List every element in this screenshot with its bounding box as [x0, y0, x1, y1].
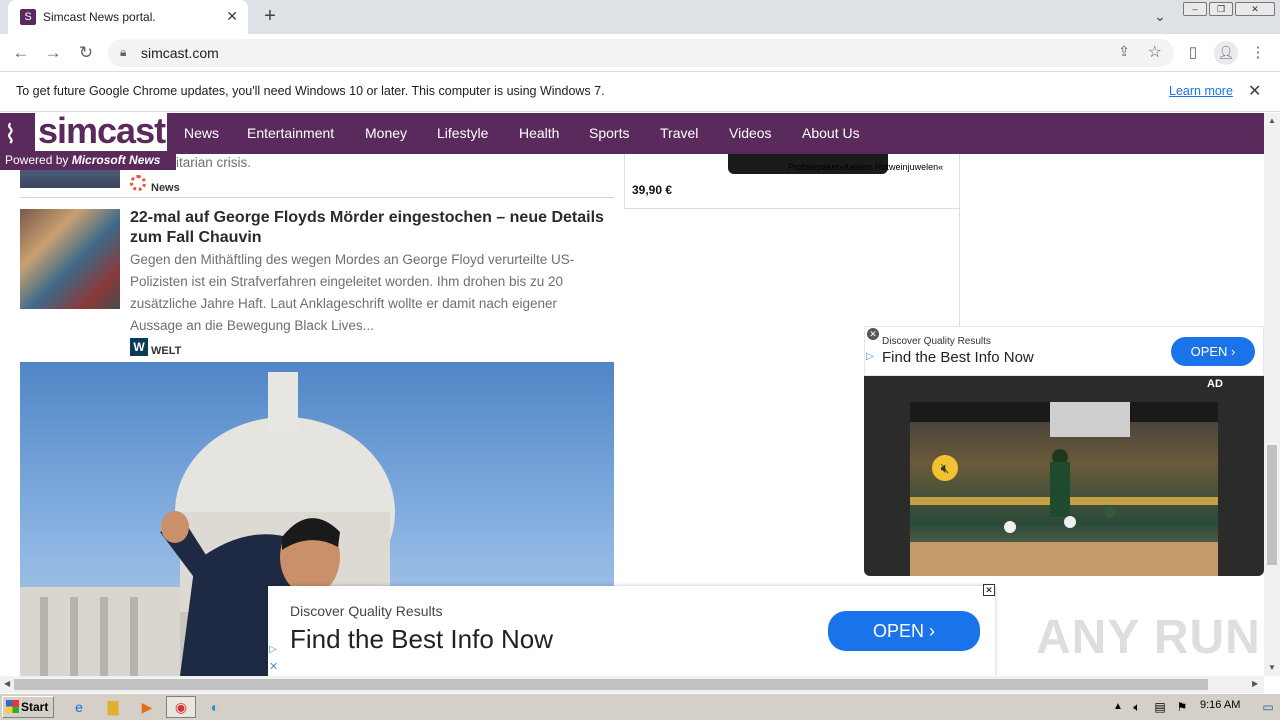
nav-about-us[interactable]: About Us [802, 125, 860, 141]
scroll-right-icon[interactable]: ▶ [1252, 679, 1258, 688]
edge-icon[interactable]: ◐ [205, 697, 225, 717]
address-bar[interactable]: 🔒︎ simcast.com ⇪ ☆ [108, 39, 1174, 67]
chrome-menu-icon[interactable]: ⋮ [1247, 42, 1269, 64]
media-player-icon[interactable]: ▶ [137, 697, 157, 717]
video-ad-open-button[interactable]: OPEN › [1171, 337, 1255, 366]
article-source: WELT [151, 345, 182, 357]
browser-tab[interactable]: S Simcast News portal. ✕ [8, 0, 248, 34]
back-button[interactable]: ← [10, 42, 32, 64]
ie-icon[interactable]: e [69, 697, 89, 717]
chrome-taskbar-icon[interactable]: ◉ [166, 696, 196, 718]
taskbar-clock[interactable]: 9:16 AM [1200, 699, 1240, 711]
bookmark-star-icon[interactable]: ☆ [1148, 42, 1162, 62]
nav-health[interactable]: Health [519, 125, 559, 141]
minimize-button[interactable]: – [1183, 2, 1207, 16]
article-thumbnail[interactable] [20, 209, 120, 309]
learn-more-link[interactable]: Learn more [1169, 84, 1233, 98]
nav-travel[interactable]: Travel [660, 125, 698, 141]
share-icon[interactable]: ⇪ [1118, 43, 1130, 60]
tray-expand-icon[interactable]: ▲ [1108, 697, 1128, 717]
tab-title: Simcast News portal. [43, 10, 156, 24]
column-divider [959, 154, 960, 326]
windows-logo-icon [6, 700, 19, 713]
url-text[interactable]: simcast.com [141, 45, 219, 61]
basketball-scene [910, 402, 1218, 576]
vertical-scrollbar[interactable] [1264, 113, 1280, 676]
product-price: 39,90 € [632, 183, 673, 197]
article-title[interactable]: 22-mal auf George Floyds Mörder eingesto… [130, 208, 610, 248]
nav-videos[interactable]: Videos [729, 125, 772, 141]
banner-x-icon[interactable]: ✕ [269, 660, 278, 673]
bottom-banner-ad[interactable]: Discover Quality Results Find the Best I… [268, 586, 995, 676]
side-panel-icon[interactable]: ▯ [1182, 42, 1204, 64]
infobar-close-icon[interactable]: ✕ [1248, 81, 1261, 101]
tab-search-icon[interactable]: ⌄ [1150, 8, 1170, 28]
welt-logo-icon: W [130, 338, 148, 356]
powered-by-label: Powered by Microsoft News [5, 153, 161, 167]
product-caption: Probierpaket»Italiens Rotweinjuwelen« [788, 162, 944, 172]
logo-wordmark: simcast [35, 113, 167, 151]
banner-close-icon[interactable]: ✕ [983, 584, 995, 596]
window-close-button[interactable]: ✕ [1235, 2, 1275, 16]
nav-money[interactable]: Money [365, 125, 407, 141]
basketball-video[interactable] [910, 402, 1218, 576]
reload-button[interactable]: ↻ [75, 42, 97, 64]
ad-label: AD [1207, 378, 1223, 390]
folder-icon[interactable]: ▇ [103, 697, 123, 717]
nav-entertainment[interactable]: Entertainment [247, 125, 334, 141]
simcast-logo[interactable]: ⌇ simcast Powered by Microsoft News [0, 113, 176, 170]
lock-icon[interactable]: 🔒︎ [120, 45, 126, 60]
nav-lifestyle[interactable]: Lifestyle [437, 125, 488, 141]
prev-article-desc: itarian crisis. [176, 155, 252, 170]
ad-close-icon[interactable]: ✕ [867, 328, 879, 340]
article-description: Gegen den Mithäftling des wegen Mordes a… [130, 252, 575, 333]
video-ad-header[interactable]: ✕ ▷ Discover Quality Results Find the Be… [864, 326, 1264, 376]
infobar-message: To get future Google Chrome updates, you… [16, 84, 605, 98]
anyrun-watermark: ANY RUN [1036, 611, 1261, 664]
scroll-left-icon[interactable]: ◀ [4, 679, 10, 688]
banner-adchoices-icon[interactable]: ▷ [269, 644, 277, 655]
new-tab-button[interactable]: + [258, 4, 282, 28]
banner-headline[interactable]: Find the Best Info Now [290, 624, 553, 655]
prev-article-source: News [151, 182, 180, 194]
antenna-icon: ⌇ [4, 119, 17, 149]
horizontal-scroll-thumb[interactable] [14, 679, 1208, 690]
vertical-scroll-thumb[interactable] [1267, 445, 1277, 565]
volume-icon[interactable]: 🔈︎ [1127, 697, 1147, 717]
mute-icon[interactable]: 🔇︎ [932, 455, 958, 481]
forward-button[interactable]: → [42, 42, 64, 64]
nav-news[interactable]: News [184, 125, 219, 141]
scroll-up-icon[interactable]: ▲ [1268, 116, 1276, 125]
action-center-flag-icon[interactable]: ⚑ [1172, 697, 1192, 717]
start-label: Start [21, 700, 49, 714]
nav-sports[interactable]: Sports [589, 125, 629, 141]
profile-avatar-icon[interactable]: 👤︎ [1214, 41, 1238, 65]
video-ad-small: Discover Quality Results [882, 336, 991, 347]
network-icon[interactable]: ▤ [1150, 697, 1170, 717]
restore-button[interactable]: ❐ [1209, 2, 1233, 16]
banner-open-button[interactable]: OPEN › [828, 611, 980, 651]
start-button[interactable]: Start [2, 696, 54, 718]
news-source-icon [130, 175, 146, 191]
show-desktop-icon[interactable]: ▭ [1258, 697, 1278, 717]
article-divider [20, 197, 614, 198]
adchoices-icon[interactable]: ▷ [866, 351, 874, 362]
scroll-down-icon[interactable]: ▼ [1268, 663, 1276, 672]
video-ad-headline[interactable]: Find the Best Info Now [882, 349, 1034, 366]
close-tab-icon[interactable]: ✕ [226, 8, 238, 25]
site-favicon-icon: S [20, 9, 36, 25]
update-infobar: To get future Google Chrome updates, you… [0, 72, 1280, 112]
banner-small-text: Discover Quality Results [290, 603, 443, 619]
